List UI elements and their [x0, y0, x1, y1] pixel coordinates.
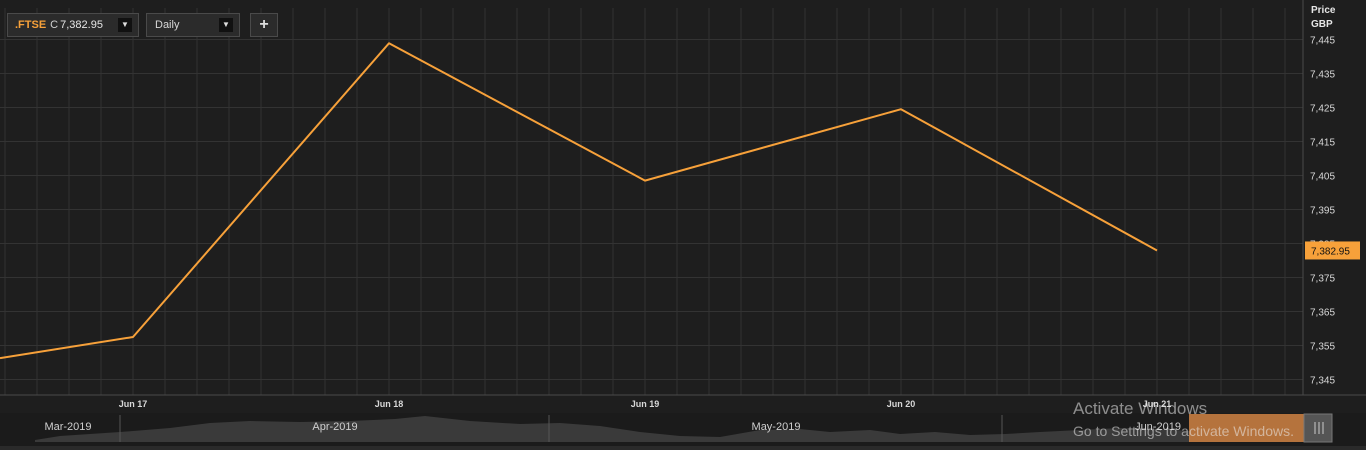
price-axis-header: Price	[1311, 5, 1336, 16]
watermark-title: Activate Windows	[1073, 399, 1208, 418]
chevron-down-icon[interactable]: ▼	[219, 18, 233, 32]
y-tick-label: 7,435	[1310, 70, 1335, 81]
x-tick-label: Jun 19	[631, 399, 660, 409]
ric-label: .FTSE	[15, 19, 47, 31]
y-tick-label: 7,425	[1310, 104, 1335, 115]
close-prefix: C	[50, 19, 59, 31]
y-tick-label: 7,395	[1310, 206, 1335, 217]
y-tick-label: 7,345	[1310, 376, 1335, 387]
period-label: Daily	[155, 19, 180, 31]
scrollbar	[0, 446, 1366, 450]
plus-icon: +	[259, 16, 269, 33]
x-tick-label: Jun 17	[119, 399, 148, 409]
navigator-label: May-2019	[752, 421, 801, 433]
period-selector[interactable]: Daily ▼	[146, 13, 240, 37]
y-tick-label: 7,405	[1310, 172, 1335, 183]
y-tick-label: 7,365	[1310, 308, 1335, 319]
y-tick-label: 7,445	[1310, 36, 1335, 47]
x-tick-label: Jun 20	[887, 399, 916, 409]
last-value: 7,382.95	[60, 19, 103, 31]
navigator-label: Apr-2019	[312, 421, 357, 433]
last-price-badge: 7,382.95	[1305, 241, 1360, 260]
navigator-handle	[1303, 413, 1333, 443]
instrument-selector[interactable]: .FTSE C 7,382.95 ▼	[7, 13, 139, 37]
watermark-subtitle: Go to Settings to activate Windows.	[1073, 423, 1294, 439]
y-tick-label: 7,415	[1310, 138, 1335, 149]
price-chart[interactable]: 7,4457,4357,4257,4157,4057,3957,3857,375…	[0, 0, 1366, 450]
y-tick-label: 7,355	[1310, 342, 1335, 353]
x-tick-label: Jun 18	[375, 399, 404, 409]
navigator-label: Mar-2019	[44, 421, 91, 433]
y-tick-label: 7,375	[1310, 274, 1335, 285]
chevron-down-icon[interactable]: ▼	[118, 18, 132, 32]
add-button[interactable]: +	[250, 13, 278, 37]
currency-label: GBP	[1311, 19, 1333, 30]
last-price-badge-text: 7,382.95	[1311, 246, 1350, 257]
